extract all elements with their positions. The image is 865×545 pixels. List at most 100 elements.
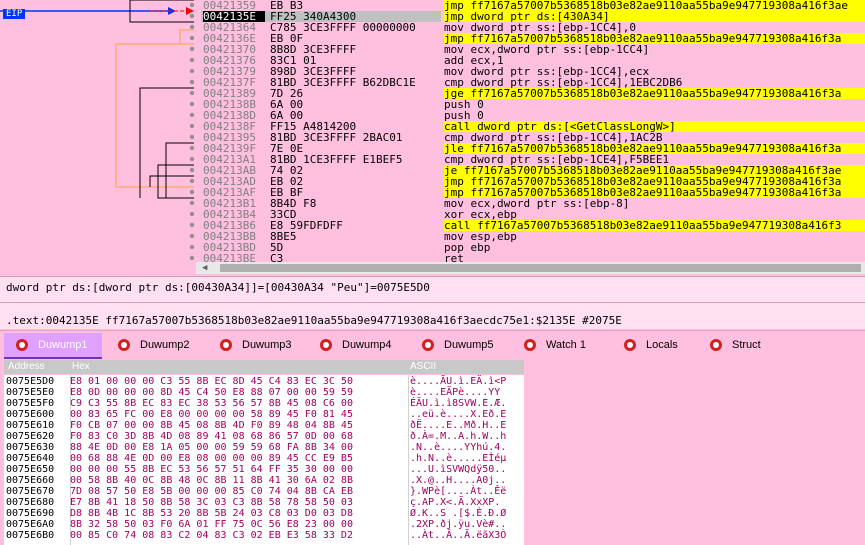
instruction-text[interactable]: jle ff7167a57007b5368518b03e82ae9110aa55… (444, 143, 865, 154)
instruction-bytes[interactable]: 74 02 (270, 165, 442, 176)
instruction-text[interactable]: jge ff7167a57007b5368518b03e82ae9110aa55… (444, 88, 865, 99)
instruction-text[interactable]: mov ecx,dword ptr ss:[ebp-8] (444, 198, 865, 209)
dump-ascii[interactable]: }.WPè[....Àt..Êë (410, 486, 506, 497)
dump-ascii[interactable]: ..Àt..Â..Ã.ëãX3Ò (410, 530, 506, 541)
instruction-bytes[interactable]: FF15 A4814200 (270, 121, 442, 132)
breakpoint-dot[interactable] (189, 145, 195, 151)
instruction-bytes[interactable]: EB BF (270, 187, 442, 198)
dump-ascii[interactable]: .N..è....YYhú.4. (410, 442, 506, 453)
instruction-text[interactable]: mov dword ptr ss:[ebp-1CC4],0 (444, 22, 865, 33)
dump-hex-bytes[interactable]: 00 85 C0 74 08 83 C2 04 83 C3 02 EB E3 5… (70, 530, 406, 541)
dump-address[interactable]: 0075E600 (6, 409, 54, 420)
breakpoint-dot[interactable] (189, 211, 195, 217)
instruction-bytes[interactable]: 8B8D 3CE3FFFF (270, 44, 442, 55)
dump-address[interactable]: 0075E5E0 (6, 387, 54, 398)
dump-ascii[interactable]: ðË....E..Mð.H..E (410, 420, 506, 431)
breakpoint-dot[interactable] (189, 244, 195, 250)
breakpoint-dot[interactable] (189, 167, 195, 173)
breakpoint-dot[interactable] (189, 35, 195, 41)
dump-hex-bytes[interactable]: 00 00 00 55 8B EC 53 56 57 51 64 FF 35 3… (70, 464, 406, 475)
dump-address[interactable]: 0075E680 (6, 497, 54, 508)
instruction-bytes[interactable]: EB 02 (270, 176, 442, 187)
tab-duwump4[interactable]: Duwump4 (308, 333, 406, 357)
instruction-text[interactable]: jmp ff7167a57007b5368518b03e82ae9110aa55… (444, 176, 865, 187)
tab-duwump1[interactable]: Duwump1 (4, 333, 102, 359)
dump-address[interactable]: 0075E660 (6, 475, 54, 486)
breakpoint-dot[interactable] (189, 101, 195, 107)
dump-ascii[interactable]: ð.À=.M..A.h.W..h (410, 431, 506, 442)
instruction-bytes[interactable]: 33CD (270, 209, 442, 220)
breakpoint-dot[interactable] (189, 2, 195, 8)
instruction-text[interactable]: call dword ptr ds:[<GetClassLongW>] (444, 121, 865, 132)
dump-ascii[interactable]: Ø.K..S .[$.È.Ð.Ø (410, 508, 506, 519)
breakpoint-dot[interactable] (189, 112, 195, 118)
disassembly-view[interactable]: EIP 00421359 EB B3 jmp ff7167a57007b536851… (0, 0, 865, 262)
instruction-bytes[interactable]: EB B3 (270, 0, 442, 11)
breakpoint-dot[interactable] (189, 46, 195, 52)
breakpoint-dot[interactable] (189, 68, 195, 74)
scroll-left-icon[interactable]: ◀ (202, 263, 207, 273)
dump-ascii[interactable]: ç.AP.X<.Ã.XxXP. (410, 497, 500, 508)
instruction-bytes[interactable]: E8 59FDFDFF (270, 220, 442, 231)
instruction-bytes[interactable]: 6A 00 (270, 110, 442, 121)
instruction-text[interactable]: xor ecx,ebp (444, 209, 865, 220)
dump-ascii[interactable]: ÉÃU.ì.ì8SVW.E.Æ. (410, 398, 506, 409)
dump-hex-bytes[interactable]: D8 8B 4B 1C 8B 53 20 8B 5B 24 03 C8 03 D… (70, 508, 406, 519)
instruction-text[interactable]: cmp dword ptr ss:[ebp-1CE4],F5BEE1 (444, 154, 865, 165)
instruction-bytes[interactable]: 898D 3CE3FFFF (270, 66, 442, 77)
dump-ascii[interactable]: è....ÃU.ì.EÄ.ì<P (410, 376, 506, 387)
dump-address[interactable]: 0075E5F0 (6, 398, 54, 409)
dump-hex-bytes[interactable]: 8B 32 58 50 03 F0 6A 01 FF 75 0C 56 E8 2… (70, 519, 406, 530)
dump-address[interactable]: 0075E640 (6, 453, 54, 464)
breakpoint-dot[interactable] (189, 57, 195, 63)
dump-hex-bytes[interactable]: C9 C3 55 8B EC 83 EC 38 53 56 57 8B 45 0… (70, 398, 406, 409)
dump-hex-bytes[interactable]: E8 01 00 00 00 C3 55 8B EC 8D 45 C4 83 E… (70, 376, 406, 387)
breakpoint-dot[interactable] (189, 178, 195, 184)
breakpoint-dot[interactable] (189, 156, 195, 162)
instruction-text[interactable]: call ff7167a57007b5368518b03e82ae9110aa5… (444, 220, 865, 231)
instruction-text[interactable]: jmp ff7167a57007b5368518b03e82ae9110aa55… (444, 0, 865, 11)
instruction-bytes[interactable]: EB 0F (270, 33, 442, 44)
dump-hex-bytes[interactable]: E7 8B 41 18 50 8B 58 3C 03 C3 8B 58 78 5… (70, 497, 406, 508)
dump-hex-bytes[interactable]: 88 4E 0D 00 E8 1A 05 00 00 59 59 68 FA 8… (70, 442, 406, 453)
memory-dump-panel[interactable]: Address Hex ASCII 0075E5D0 E8 01 00 00 00… (0, 360, 865, 545)
instruction-bytes[interactable]: 7E 0E (270, 143, 442, 154)
instruction-text[interactable]: cmp dword ptr ss:[ebp-1CC4],1EBC2DB6 (444, 77, 865, 88)
dump-address[interactable]: 0075E620 (6, 431, 54, 442)
instruction-bytes[interactable]: 83C1 01 (270, 55, 442, 66)
breakpoint-dot[interactable] (189, 189, 195, 195)
dump-address[interactable]: 0075E5D0 (6, 376, 54, 387)
tab-struct[interactable]: Struct (698, 333, 768, 357)
dump-hex-bytes[interactable]: 00 58 8B 40 0C 8B 48 0C 8B 11 8B 41 30 6… (70, 475, 406, 486)
instruction-bytes[interactable]: 7D 26 (270, 88, 442, 99)
instruction-bytes[interactable]: C785 3CE3FFFF 00000000 (270, 22, 442, 33)
breakpoint-dot[interactable] (189, 233, 195, 239)
breakpoint-dot[interactable] (189, 255, 195, 261)
tab-duwump3[interactable]: Duwump3 (208, 333, 304, 357)
instruction-bytes[interactable]: 81BD 3CE3FFFF 2BAC01 (270, 132, 442, 143)
dump-address[interactable]: 0075E690 (6, 508, 54, 519)
scroll-thumb[interactable] (220, 264, 861, 272)
instruction-text[interactable]: mov ecx,dword ptr ss:[ebp-1CC4] (444, 44, 865, 55)
dump-hex-bytes[interactable]: 00 83 65 FC 00 E8 00 00 00 00 58 89 45 F… (70, 409, 406, 420)
instruction-bytes[interactable]: 81BD 3CE3FFFF B62DBC1E (270, 77, 442, 88)
instruction-text[interactable]: pop ebp (444, 242, 865, 253)
dump-hex-bytes[interactable]: 00 68 88 4E 0D 00 E8 08 00 00 00 89 45 C… (70, 453, 406, 464)
dump-address[interactable]: 0075E610 (6, 420, 54, 431)
instruction-address[interactable]: 004213BE (203, 253, 265, 262)
dump-address[interactable]: 0075E630 (6, 442, 54, 453)
instruction-text[interactable]: push 0 (444, 99, 865, 110)
tab-locals[interactable]: Locals (612, 333, 694, 357)
dump-ascii[interactable]: .2XP.ðj.ÿu.Vè#.. (410, 519, 506, 530)
dump-ascii[interactable]: ...U.ìSVWQdÿ50.. (410, 464, 506, 475)
dump-ascii[interactable]: .X.@..H....A0j.. (410, 475, 506, 486)
tab-watch-1[interactable]: Watch 1 (512, 333, 608, 357)
instruction-text[interactable]: push 0 (444, 110, 865, 121)
breakpoint-dot[interactable] (189, 200, 195, 206)
instruction-bytes[interactable]: 5D (270, 242, 442, 253)
breakpoint-dot[interactable] (189, 134, 195, 140)
dump-ascii[interactable]: .h.N..è.....EÌéµ (410, 453, 506, 464)
breakpoint-dot[interactable] (189, 222, 195, 228)
instruction-text[interactable]: mov dword ptr ss:[ebp-1CC4],ecx (444, 66, 865, 77)
instruction-bytes[interactable]: 6A 00 (270, 99, 442, 110)
